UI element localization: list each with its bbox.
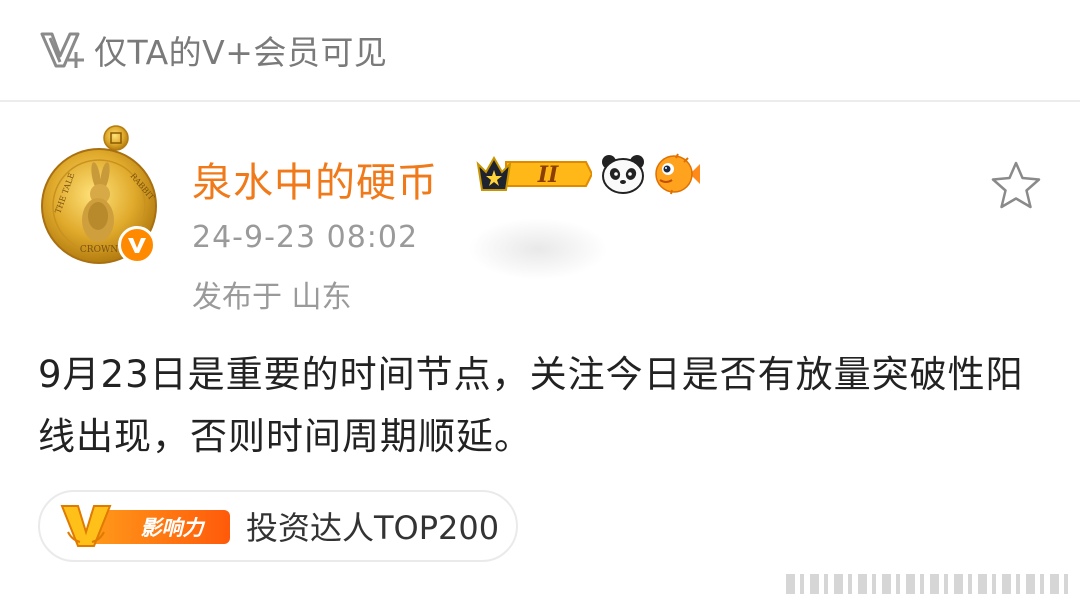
post-location: 发布于 山东 bbox=[192, 280, 352, 315]
post-time: 24-9-23 08:02 bbox=[192, 220, 419, 255]
verified-v-icon bbox=[128, 238, 146, 253]
post-text: 9月23日是重要的时间节点，关注今日是否有放量突破性阳线出现，否则时间周期顺延。 bbox=[38, 353, 1024, 458]
username[interactable]: 泉水中的硬币 bbox=[192, 150, 438, 208]
influence-tag[interactable]: 影响力 投资达人TOP200 bbox=[38, 490, 518, 562]
crown-level-2-badge: II bbox=[476, 155, 592, 191]
influence-text: 投资达人TOP200 bbox=[246, 509, 500, 547]
influence-badge-label: 影响力 bbox=[141, 516, 206, 540]
v-influence-badge: 影响力 bbox=[60, 505, 230, 547]
svg-text:CROWN: CROWN bbox=[80, 245, 118, 255]
blurred-area bbox=[468, 218, 608, 280]
verified-badge bbox=[118, 226, 156, 264]
visibility-banner: 仅TA的V+会员可见 bbox=[0, 0, 1080, 100]
panda-icon bbox=[602, 155, 644, 194]
v-plus-icon bbox=[40, 32, 84, 68]
divider bbox=[0, 100, 1080, 102]
favorite-star-button[interactable] bbox=[990, 160, 1042, 210]
pufferfish-icon bbox=[655, 153, 700, 195]
watermark-stripes bbox=[786, 574, 1068, 594]
level-badge-text: II bbox=[537, 162, 559, 188]
visibility-text: 仅TA的V+会员可见 bbox=[94, 33, 388, 72]
